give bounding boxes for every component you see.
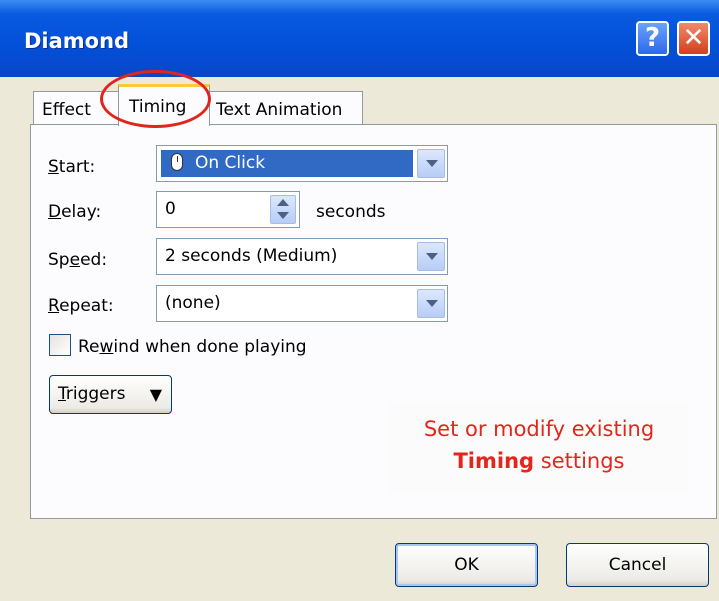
start-value: On Click <box>195 153 266 173</box>
mouse-icon <box>171 153 183 171</box>
help-button[interactable]: ? <box>636 21 669 56</box>
spin-up-icon[interactable] <box>277 199 289 206</box>
tab-text-animation[interactable]: Text Animation <box>207 91 363 125</box>
annotation-line2: Timing settings <box>389 446 689 477</box>
start-combo[interactable]: On Click <box>156 145 448 182</box>
cancel-button[interactable]: Cancel <box>566 543 709 587</box>
chevron-down-icon[interactable] <box>417 242 445 271</box>
rewind-label[interactable]: Rewind when done playing <box>78 337 307 357</box>
tab-effect-label: Effect <box>42 100 91 120</box>
dialog-window: Diamond ? ✕ Effect Timing Text Animation… <box>0 0 719 601</box>
delay-label: Delay: <box>48 202 102 222</box>
delay-value: 0 <box>165 199 176 219</box>
speed-value: 2 seconds (Medium) <box>165 246 338 266</box>
start-label: Start: <box>48 157 96 177</box>
title-bar[interactable]: Diamond ? ✕ <box>0 0 719 77</box>
delay-spinner[interactable]: 0 <box>156 191 300 228</box>
annotation-line1: Set or modify existing <box>423 417 655 441</box>
chevron-down-icon[interactable] <box>417 289 445 318</box>
close-button[interactable]: ✕ <box>677 21 710 56</box>
tab-timing-label: Timing <box>129 97 187 117</box>
ok-button[interactable]: OK <box>395 543 538 587</box>
repeat-combo[interactable]: (none) <box>156 285 448 322</box>
tab-text-animation-label: Text Animation <box>216 100 343 120</box>
spinner-buttons[interactable] <box>270 195 296 224</box>
repeat-label: Repeat: <box>48 296 114 316</box>
annotation-bold: Timing <box>453 449 535 473</box>
speed-combo[interactable]: 2 seconds (Medium) <box>156 238 448 275</box>
chevron-down-icon[interactable] <box>417 149 445 178</box>
tab-effect[interactable]: Effect <box>33 91 121 125</box>
rewind-checkbox[interactable] <box>49 334 71 356</box>
tab-timing[interactable]: Timing <box>118 84 210 126</box>
delay-unit: seconds <box>316 202 386 222</box>
double-chevron-down-icon: ▼ <box>149 385 162 404</box>
triggers-label-mnemonic: T <box>58 384 66 404</box>
spin-down-icon[interactable] <box>277 212 289 219</box>
start-selection: On Click <box>161 150 413 177</box>
window-title: Diamond <box>24 29 130 53</box>
annotation-callout: Set or modify existing Timing settings <box>389 402 689 494</box>
repeat-value: (none) <box>165 293 221 313</box>
speed-label: Speed: <box>48 250 108 270</box>
annotation-line2-rest: settings <box>534 449 625 473</box>
triggers-label: riggers <box>65 384 126 404</box>
triggers-button[interactable]: Triggers ▼ <box>49 375 172 414</box>
